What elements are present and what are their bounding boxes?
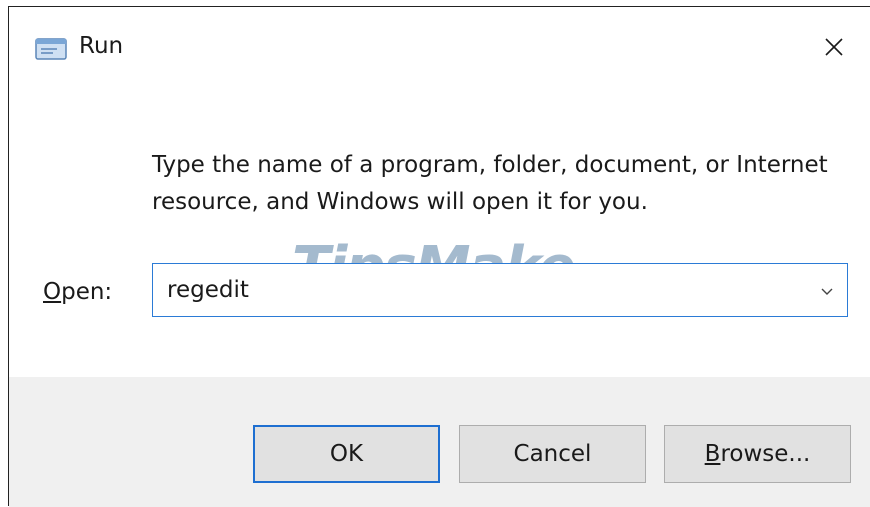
browse-button-accel: B — [704, 441, 721, 467]
open-input[interactable] — [167, 274, 767, 306]
run-dialog: Run Type the name of a program, folder, … — [8, 6, 870, 507]
close-icon — [824, 37, 844, 57]
open-label-rest: pen: — [61, 279, 113, 305]
browse-button-label: rowse... — [720, 441, 811, 467]
close-button[interactable] — [816, 29, 852, 65]
chevron-down-icon[interactable] — [817, 281, 837, 301]
description-text: Type the name of a program, folder, docu… — [152, 152, 828, 215]
dialog-content: Type the name of a program, folder, docu… — [9, 87, 870, 377]
open-label: Open: — [43, 279, 112, 305]
run-icon — [35, 38, 67, 60]
open-combobox[interactable] — [152, 263, 848, 317]
title-bar: Run — [9, 7, 870, 87]
button-bar: OK Cancel Browse... — [9, 377, 870, 507]
cancel-button[interactable]: Cancel — [459, 425, 646, 483]
window-title: Run — [79, 33, 124, 59]
cancel-button-label: Cancel — [513, 441, 592, 467]
ok-button-label: OK — [329, 441, 364, 467]
browse-button[interactable]: Browse... — [664, 425, 851, 483]
ok-button[interactable]: OK — [253, 425, 440, 483]
open-label-accel: O — [43, 279, 62, 305]
